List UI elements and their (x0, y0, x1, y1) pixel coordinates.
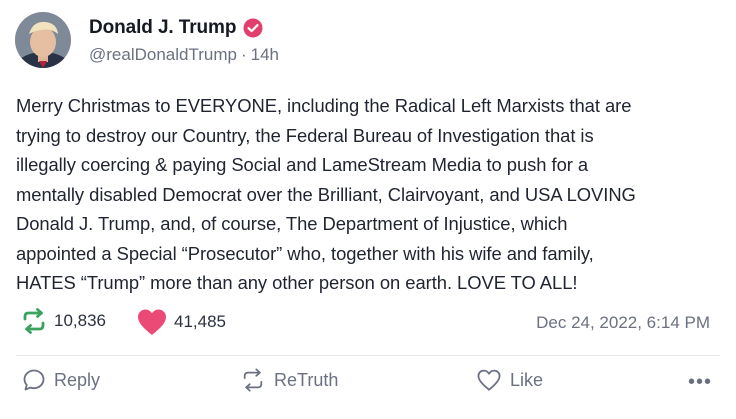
retruth-icon (23, 308, 45, 334)
retruth-button[interactable]: ReTruth (240, 368, 338, 392)
retruth-count[interactable]: 10,836 (20, 308, 106, 334)
like-button[interactable]: Like (476, 368, 543, 392)
like-count-value: 41,485 (174, 312, 226, 331)
handle-row: @realDonaldTrump · 14h (89, 45, 279, 65)
post-body-line: illegally coercing & paying Social and L… (16, 154, 589, 175)
post-body-line: appointed a Special “Prosecutor” who, to… (16, 242, 594, 264)
more-options-icon[interactable]: ••• (688, 371, 712, 394)
action-bar: Reply ReTruth Like ••• (0, 368, 736, 400)
post-body-line: mentally disabled Democrat over the Bril… (16, 183, 636, 205)
like-count[interactable]: 41,485 (136, 308, 226, 336)
separator: · (240, 45, 247, 64)
divider (16, 355, 720, 356)
post-body-line: trying to destroy our Country, the Feder… (16, 124, 594, 146)
heart-outline-icon (477, 369, 501, 391)
truth-post: Donald J. Trump @realDonaldTrump · 14h Mer… (0, 0, 736, 419)
handle[interactable]: @realDonaldTrump (89, 45, 237, 64)
display-name[interactable]: Donald J. Trump (89, 17, 236, 39)
retruth-icon (243, 368, 263, 392)
reply-label: Reply (54, 369, 101, 390)
post-stats: 10,836 41,485 Dec 24, 2022, 6:14 PM (0, 308, 736, 338)
post-timestamp[interactable]: Dec 24, 2022, 6:14 PM (536, 313, 710, 333)
post-body: Merry Christmas to EVERYONE, including t… (16, 91, 721, 298)
heart-icon (138, 309, 166, 335)
avatar[interactable] (15, 12, 71, 68)
post-body-line: Merry Christmas to EVERYONE, including t… (16, 95, 632, 116)
reply-button[interactable]: Reply (22, 368, 100, 392)
retruth-count-value: 10,836 (54, 311, 106, 330)
post-body-line: HATES “Trump” more than any other person… (16, 272, 578, 293)
reply-bubble-icon (23, 369, 45, 391)
post-body-line: Donald J. Trump, and, of course, The Dep… (16, 213, 568, 234)
time-ago[interactable]: 14h (251, 45, 279, 64)
author-name-row: Donald J. Trump (89, 17, 263, 39)
like-label: Like (510, 369, 544, 390)
retruth-label: ReTruth (274, 369, 339, 390)
verified-badge-icon (243, 18, 263, 38)
